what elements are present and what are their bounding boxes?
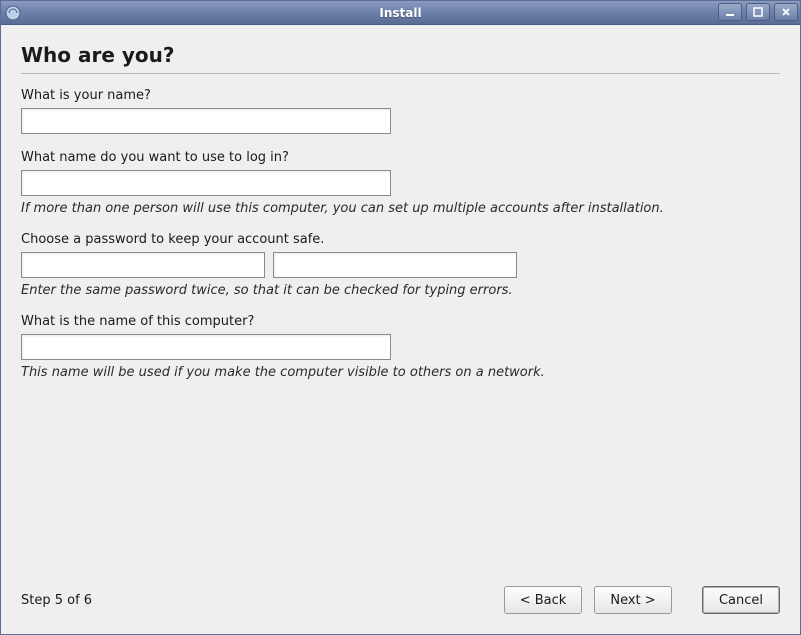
divider (21, 73, 780, 74)
step-label: Step 5 of 6 (21, 593, 92, 608)
password-inputs-row (21, 252, 780, 278)
hostname-hint: This name will be used if you make the c… (21, 365, 780, 380)
login-field-group: What name do you want to use to log in? … (21, 150, 780, 216)
page-title: Who are you? (21, 43, 780, 67)
window-controls (718, 3, 798, 21)
hostname-field-group: What is the name of this computer? This … (21, 314, 780, 380)
next-button[interactable]: Next > (594, 586, 672, 614)
password-hint: Enter the same password twice, so that i… (21, 283, 780, 298)
name-input[interactable] (21, 108, 391, 134)
footer: Step 5 of 6 < Back Next > Cancel (21, 576, 780, 624)
hostname-label: What is the name of this computer? (21, 314, 780, 329)
password-label: Choose a password to keep your account s… (21, 232, 780, 247)
minimize-button[interactable] (718, 3, 742, 21)
back-button[interactable]: < Back (504, 586, 582, 614)
name-label: What is your name? (21, 88, 780, 103)
content-area: Who are you? What is your name? What nam… (1, 25, 800, 634)
close-button[interactable] (774, 3, 798, 21)
password-field-group: Choose a password to keep your account s… (21, 232, 780, 298)
install-window: Install Who are you? What is your name? … (0, 0, 801, 635)
hostname-input[interactable] (21, 334, 391, 360)
login-hint: If more than one person will use this co… (21, 201, 780, 216)
titlebar[interactable]: Install (1, 1, 800, 25)
footer-buttons: < Back Next > Cancel (504, 586, 780, 614)
password-confirm-input[interactable] (273, 252, 517, 278)
login-input[interactable] (21, 170, 391, 196)
cancel-button[interactable]: Cancel (702, 586, 780, 614)
login-label: What name do you want to use to log in? (21, 150, 780, 165)
password-input[interactable] (21, 252, 265, 278)
window-title: Install (379, 6, 421, 20)
app-icon (5, 5, 21, 21)
name-field-group: What is your name? (21, 88, 780, 134)
maximize-button[interactable] (746, 3, 770, 21)
